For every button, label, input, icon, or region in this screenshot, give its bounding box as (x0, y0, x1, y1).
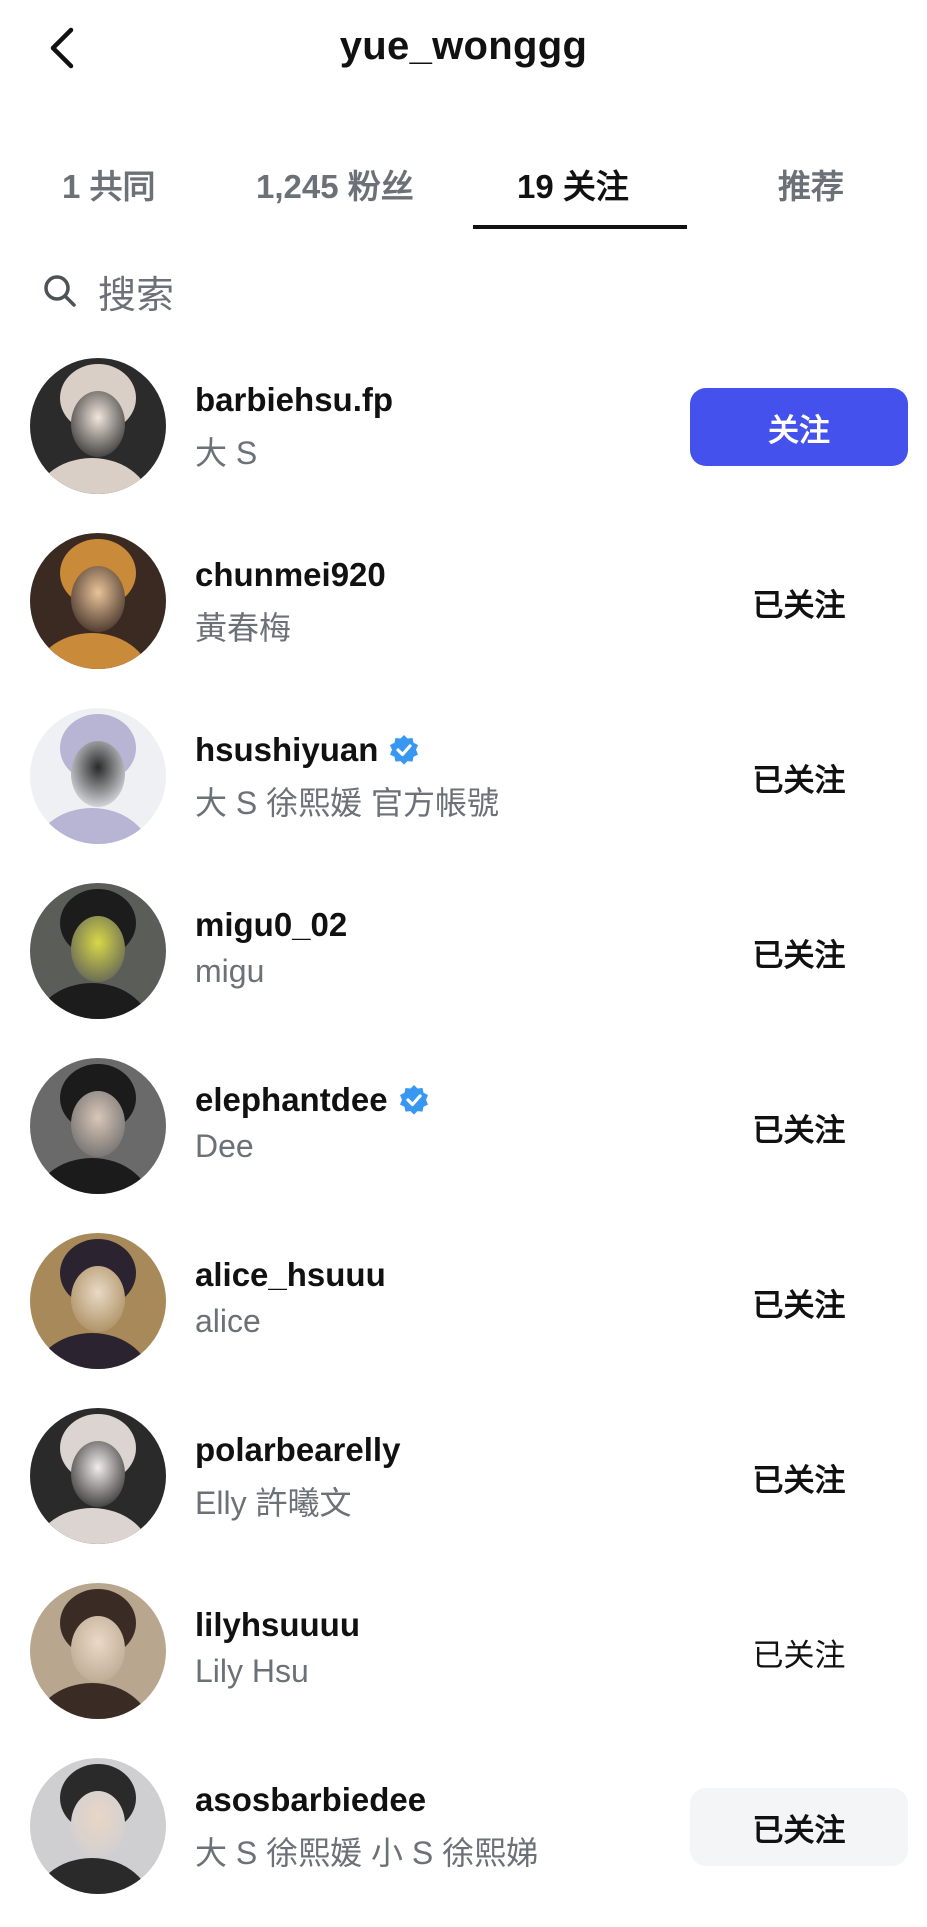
full-name: Dee (195, 1128, 254, 1164)
tab-following[interactable]: 19 关注 (517, 160, 629, 208)
full-name: 大 S (195, 435, 258, 471)
verified-badge-icon (398, 1084, 430, 1116)
following-button[interactable]: 已关注 (690, 738, 908, 816)
full-name: Lily Hsu (195, 1653, 309, 1689)
user-names: polarbearelly Elly 許曦文 (195, 1428, 665, 1524)
following-button[interactable]: 已关注 (690, 1613, 908, 1691)
search-input[interactable]: 搜索 (40, 256, 900, 326)
username[interactable]: lilyhsuuuu (195, 1606, 360, 1644)
user-names: hsushiyuan 大 S 徐熙媛 官方帳號 (195, 728, 665, 824)
following-button[interactable]: 已关注 (690, 913, 908, 991)
list-item: barbiehsu.fp 大 S 关注 (0, 352, 927, 527)
full-name: 大 S 徐熙媛 官方帳號 (195, 785, 500, 821)
list-item: alice_hsuuu alice 已关注 (0, 1227, 927, 1402)
full-name: migu (195, 953, 265, 989)
verified-badge-icon (388, 734, 420, 766)
username[interactable]: elephantdee (195, 1081, 388, 1119)
following-button[interactable]: 已关注 (690, 1438, 908, 1516)
avatar[interactable] (30, 883, 166, 1019)
list-item: lilyhsuuuu Lily Hsu 已关注 (0, 1577, 927, 1752)
follow-button[interactable]: 关注 (690, 388, 908, 466)
full-name: 黃春梅 (195, 610, 292, 646)
avatar[interactable] (30, 1408, 166, 1544)
search-placeholder: 搜索 (98, 274, 175, 317)
user-names: chunmei920 黃春梅 (195, 553, 665, 649)
list-item: asosbarbiedee 大 S 徐熙媛 小 S 徐熙娣 已关注 (0, 1752, 927, 1927)
user-names: lilyhsuuuu Lily Hsu (195, 1603, 665, 1690)
active-tab-indicator (473, 225, 687, 229)
username[interactable]: chunmei920 (195, 556, 386, 594)
avatar[interactable] (30, 1058, 166, 1194)
user-names: elephantdee Dee (195, 1078, 665, 1165)
username[interactable]: polarbearelly (195, 1431, 400, 1469)
user-names: migu0_02 migu (195, 903, 665, 990)
tab-followers[interactable]: 1,245 粉丝 (256, 160, 414, 208)
full-name: alice (195, 1303, 261, 1339)
avatar[interactable] (30, 533, 166, 669)
tab-suggested[interactable]: 推荐 (778, 160, 844, 208)
tab-bar: 1 共同 1,245 粉丝 19 关注 推荐 (0, 140, 927, 232)
tab-mutual[interactable]: 1 共同 (62, 160, 156, 208)
following-button[interactable]: 已关注 (690, 1263, 908, 1341)
list-item: polarbearelly Elly 許曦文 已关注 (0, 1402, 927, 1577)
avatar[interactable] (30, 358, 166, 494)
avatar[interactable] (30, 1583, 166, 1719)
top-bar: yue_wonggg (0, 0, 927, 100)
username[interactable]: migu0_02 (195, 906, 347, 944)
page-title: yue_wonggg (339, 24, 588, 68)
avatar[interactable] (30, 1233, 166, 1369)
avatar[interactable] (30, 1758, 166, 1894)
following-button[interactable]: 已关注 (690, 563, 908, 641)
username[interactable]: asosbarbiedee (195, 1781, 426, 1819)
username[interactable]: barbiehsu.fp (195, 381, 393, 419)
list-item: hsushiyuan 大 S 徐熙媛 官方帳號 已关注 (0, 702, 927, 877)
username[interactable]: hsushiyuan (195, 731, 378, 769)
list-item: elephantdee Dee 已关注 (0, 1052, 927, 1227)
user-names: asosbarbiedee 大 S 徐熙媛 小 S 徐熙娣 (195, 1778, 665, 1874)
list-item: chunmei920 黃春梅 已关注 (0, 527, 927, 702)
search-icon (40, 271, 80, 311)
user-names: barbiehsu.fp 大 S (195, 378, 665, 474)
full-name: 大 S 徐熙媛 小 S 徐熙娣 (195, 1835, 539, 1871)
following-button[interactable]: 已关注 (690, 1788, 908, 1866)
full-name: Elly 許曦文 (195, 1485, 352, 1521)
following-button[interactable]: 已关注 (690, 1088, 908, 1166)
list-item: migu0_02 migu 已关注 (0, 877, 927, 1052)
avatar[interactable] (30, 708, 166, 844)
username[interactable]: alice_hsuuu (195, 1256, 386, 1294)
user-names: alice_hsuuu alice (195, 1253, 665, 1340)
